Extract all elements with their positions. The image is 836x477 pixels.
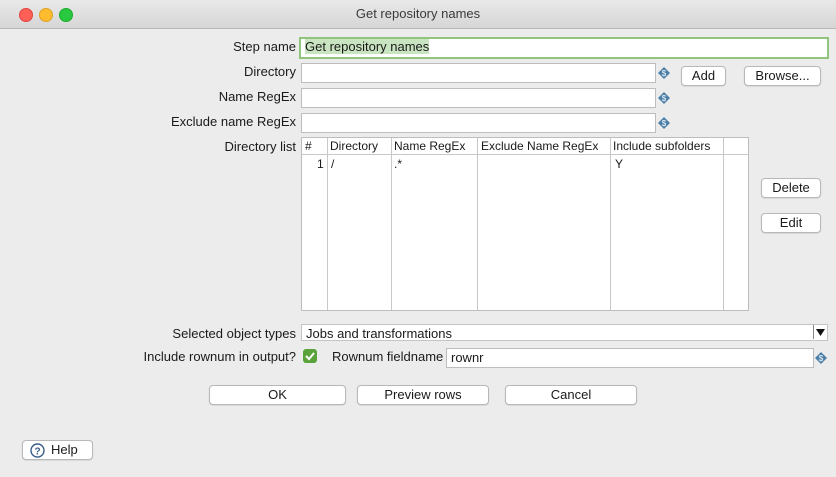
svg-text:?: ? (34, 447, 40, 458)
cancel-button[interactable]: Cancel (505, 385, 637, 405)
variable-icon[interactable]: $ (658, 67, 670, 79)
include-subfolders-cell[interactable]: Y (615, 157, 623, 171)
variable-icon[interactable]: $ (658, 117, 670, 129)
title-bar: Get repository names (0, 0, 836, 29)
column-divider (391, 138, 392, 310)
table-header-divider (302, 154, 748, 155)
window-title: Get repository names (355, 6, 481, 21)
include-rownum-label: Include rownum in output? (143, 349, 296, 364)
help-button[interactable]: ? Help (22, 440, 93, 460)
add-button[interactable]: Add (681, 66, 726, 86)
svg-text:$: $ (662, 119, 667, 128)
checkmark-icon (305, 352, 315, 361)
exclude-regex-input[interactable] (301, 113, 656, 133)
rownum-fieldname-input[interactable]: rownr (446, 348, 814, 368)
column-header-number[interactable]: # (305, 139, 312, 153)
row-number-cell[interactable]: 1 (317, 157, 324, 171)
name-regex-cell[interactable]: .* (394, 157, 402, 171)
directory-list-table[interactable]: # Directory Name RegEx Exclude Name RegE… (301, 137, 749, 311)
column-divider (477, 138, 478, 310)
delete-button[interactable]: Delete (761, 178, 821, 198)
rownum-fieldname-label: Rownum fieldname (332, 349, 444, 364)
column-header-directory[interactable]: Directory (330, 139, 378, 153)
svg-text:$: $ (662, 69, 667, 78)
object-types-select[interactable]: Jobs and transformations (301, 324, 828, 341)
variable-icon[interactable]: $ (658, 92, 670, 104)
svg-text:$: $ (662, 94, 667, 103)
column-header-include-subfolders[interactable]: Include subfolders (613, 139, 710, 153)
column-header-name-regex[interactable]: Name RegEx (394, 139, 465, 153)
help-label: Help (51, 442, 78, 457)
variable-icon[interactable]: $ (815, 352, 827, 364)
help-icon: ? (30, 443, 45, 458)
column-divider (723, 138, 724, 310)
object-types-label: Selected object types (172, 326, 296, 341)
ok-button[interactable]: OK (209, 385, 346, 405)
directory-label: Directory (243, 64, 296, 79)
preview-rows-button[interactable]: Preview rows (357, 385, 489, 405)
browse-button[interactable]: Browse... (744, 66, 821, 86)
column-divider (327, 138, 328, 310)
name-regex-input[interactable] (301, 88, 656, 108)
edit-button[interactable]: Edit (761, 213, 821, 233)
name-regex-label: Name RegEx (218, 89, 296, 104)
directory-cell[interactable]: / (331, 157, 334, 171)
object-types-value: Jobs and transformations (306, 326, 452, 341)
column-divider (610, 138, 611, 310)
exclude-regex-label: Exclude name RegEx (170, 114, 296, 129)
include-rownum-checkbox[interactable] (303, 349, 317, 363)
step-name-input[interactable]: Get repository names (299, 37, 829, 59)
svg-text:$: $ (819, 354, 824, 363)
dropdown-arrow-icon[interactable] (813, 325, 827, 339)
dialog-content: Step name Get repository names Directory… (10, 29, 836, 469)
directory-input[interactable] (301, 63, 656, 83)
directory-list-label: Directory list (224, 139, 296, 154)
step-name-label: Step name (233, 39, 296, 54)
column-header-exclude-regex[interactable]: Exclude Name RegEx (481, 139, 598, 153)
step-name-value: Get repository names (305, 39, 430, 54)
